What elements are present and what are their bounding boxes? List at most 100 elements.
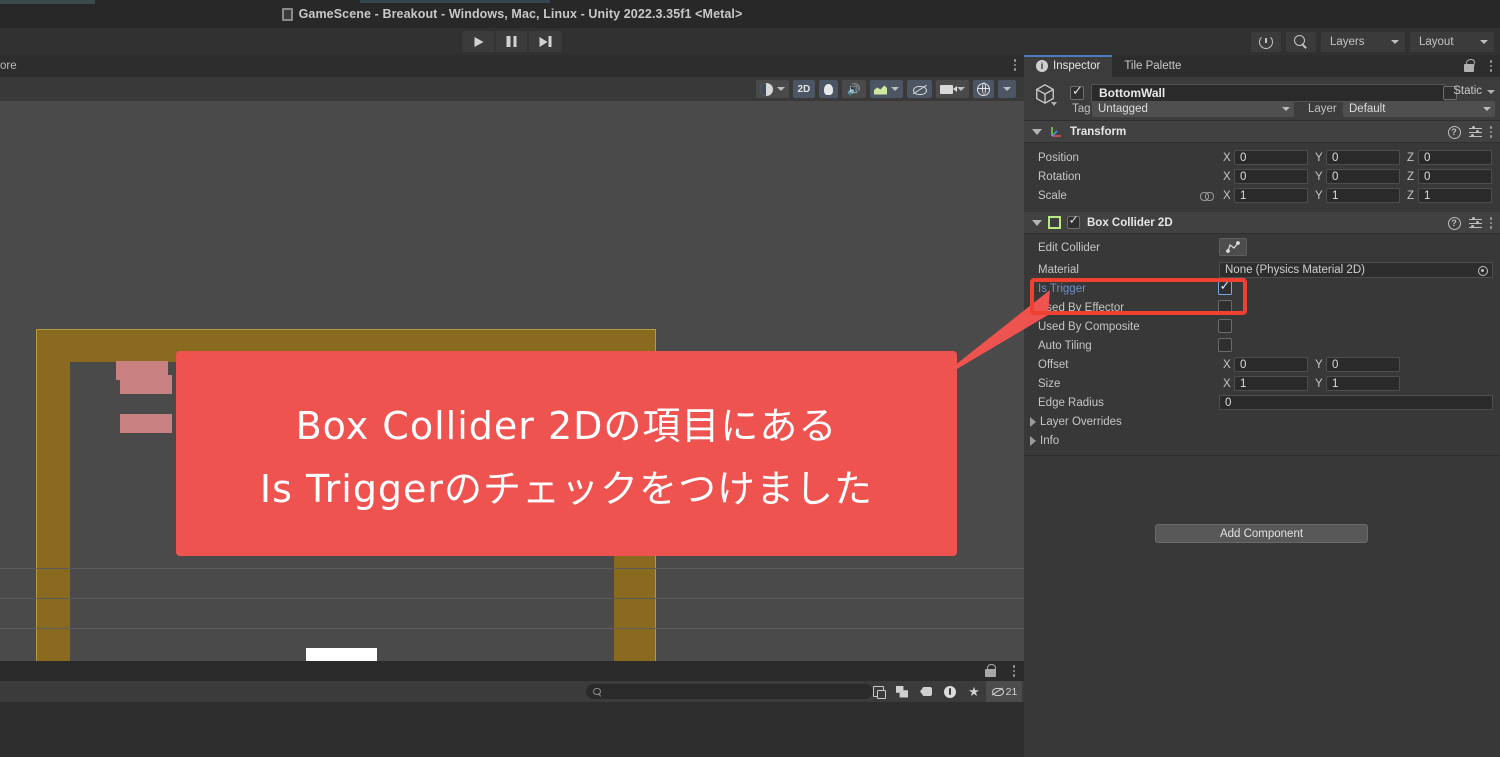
project-search-field[interactable] xyxy=(586,684,873,699)
edge-radius-field[interactable]: 0 xyxy=(1219,395,1493,410)
axis-x-label: X xyxy=(1223,189,1231,202)
layer-dropdown[interactable]: Default xyxy=(1343,101,1495,117)
position-y-field[interactable]: 0 xyxy=(1326,150,1400,165)
preset-icon[interactable] xyxy=(1468,216,1482,230)
component-menu-icon[interactable] xyxy=(1489,126,1492,138)
effects-dropdown-button[interactable] xyxy=(870,80,903,98)
scene-file-icon xyxy=(281,7,293,21)
tab-tile-palette[interactable]: Tile Palette xyxy=(1112,55,1193,77)
position-x-field[interactable]: 0 xyxy=(1234,150,1308,165)
tag-label: Tag xyxy=(1072,103,1091,115)
help-icon[interactable]: ? xyxy=(1447,216,1461,230)
size-x-field[interactable]: 1 xyxy=(1234,376,1308,391)
component-header-transform[interactable]: Transform ? xyxy=(1024,121,1500,143)
edit-collider-label: Edit Collider xyxy=(1038,242,1100,254)
shading-mode-button[interactable] xyxy=(755,80,789,98)
gizmos-dropdown-button[interactable] xyxy=(998,80,1016,98)
axis-x-label: X xyxy=(1223,358,1231,371)
tab-inspector[interactable]: i Inspector xyxy=(1024,55,1113,77)
edit-collider-button[interactable] xyxy=(1219,238,1247,256)
project-panel-tab-row xyxy=(0,661,1024,681)
effects-icon xyxy=(874,85,887,95)
warning-button[interactable] xyxy=(938,681,962,702)
gizmos-button[interactable] xyxy=(973,80,994,98)
audio-icon: 🔊 xyxy=(847,83,861,96)
tag-value: Untagged xyxy=(1098,103,1148,115)
scale-y-field[interactable]: 1 xyxy=(1326,188,1400,203)
foldout-icon[interactable] xyxy=(1030,417,1036,427)
project-panel-menu-icon[interactable] xyxy=(1012,665,1015,677)
stack-button[interactable] xyxy=(866,681,890,702)
object-picker-icon[interactable] xyxy=(1478,265,1488,276)
constrain-proportions-icon[interactable] xyxy=(1200,191,1214,201)
scene-camera-button[interactable] xyxy=(936,80,969,98)
tag-layer-row: Tag Untagged Layer Default xyxy=(1024,100,1500,118)
info-row[interactable]: Info xyxy=(1024,431,1500,450)
project-panel-body[interactable] xyxy=(0,702,1024,757)
preset-icon[interactable] xyxy=(1468,125,1482,139)
scene-tab[interactable]: ore xyxy=(0,55,17,77)
undo-history-button[interactable] xyxy=(1251,31,1281,52)
tag-dropdown[interactable]: Untagged xyxy=(1092,101,1294,117)
rotation-y-field[interactable]: 0 xyxy=(1326,169,1400,184)
size-y-field[interactable]: 1 xyxy=(1326,376,1400,391)
component-header-actions: ? xyxy=(1447,121,1492,143)
search-icon xyxy=(1294,34,1308,49)
foldout-icon[interactable] xyxy=(1032,128,1042,135)
component-menu-icon[interactable] xyxy=(1489,217,1492,229)
offset-y-field[interactable]: 0 xyxy=(1326,357,1400,372)
position-z-field[interactable]: 0 xyxy=(1418,150,1492,165)
toggle-2d-button[interactable]: 2D xyxy=(792,80,816,98)
scene-divider xyxy=(0,628,1024,629)
scale-z-field[interactable]: 1 xyxy=(1418,188,1492,203)
layers-dropdown[interactable]: Layers xyxy=(1321,31,1405,52)
static-dropdown-icon[interactable] xyxy=(1487,90,1495,94)
help-icon[interactable]: ? xyxy=(1447,125,1461,139)
scene-panel-menu-icon[interactable] xyxy=(1013,59,1016,71)
inspector-divider xyxy=(1024,455,1500,456)
box-collider-2d-icon xyxy=(1048,216,1061,229)
component-header-box-collider-2d[interactable]: Box Collider 2D ? xyxy=(1024,212,1500,234)
search-icon xyxy=(593,687,601,696)
toggle-lighting-button[interactable] xyxy=(819,80,839,98)
layout-dropdown[interactable]: Layout xyxy=(1410,31,1494,52)
offset-x-field[interactable]: 0 xyxy=(1234,357,1308,372)
transform-rotation-row: Rotation X 0 Y 0 Z 0 xyxy=(1024,167,1500,186)
axis-x-label: X xyxy=(1223,151,1231,164)
inspector-menu-icon[interactable] xyxy=(1489,60,1492,72)
axis-y-label: Y xyxy=(1315,151,1323,164)
toggle-audio-button[interactable]: 🔊 xyxy=(842,80,866,98)
global-search-button[interactable] xyxy=(1286,31,1316,52)
pause-button[interactable] xyxy=(495,31,529,52)
favorite-button[interactable]: ★ xyxy=(962,681,986,702)
edit-collider-row: Edit Collider xyxy=(1024,236,1500,260)
rotation-z-field[interactable]: 0 xyxy=(1418,169,1492,184)
gameobject-enabled-checkbox[interactable] xyxy=(1070,84,1084,100)
annotation-line-2: Is Triggerのチェックをつけました xyxy=(259,466,874,511)
used-by-composite-checkbox[interactable] xyxy=(1218,319,1232,333)
transform-position-row: Position X 0 Y 0 Z 0 xyxy=(1024,148,1500,167)
layer-overrides-row[interactable]: Layer Overrides xyxy=(1024,412,1500,431)
scene-visibility-button[interactable] xyxy=(907,80,932,98)
foldout-icon[interactable] xyxy=(1032,219,1042,226)
static-label: Static xyxy=(1453,85,1482,97)
window-title: GameScene - Breakout - Windows, Mac, Lin… xyxy=(0,0,1024,28)
hidden-objects-button[interactable]: 21 xyxy=(986,681,1022,702)
tag-button[interactable] xyxy=(914,681,938,702)
auto-tiling-checkbox[interactable] xyxy=(1218,338,1232,352)
lock-icon[interactable] xyxy=(985,664,996,677)
layer-overrides-label: Layer Overrides xyxy=(1040,415,1122,428)
box-collider-enabled-checkbox[interactable] xyxy=(1067,214,1080,229)
material-object-field[interactable]: None (Physics Material 2D) xyxy=(1219,261,1493,278)
add-component-button[interactable]: Add Component xyxy=(1155,524,1368,543)
lock-icon[interactable] xyxy=(1463,59,1474,72)
foldout-icon[interactable] xyxy=(1030,436,1036,446)
scale-x-field[interactable]: 1 xyxy=(1234,188,1308,203)
play-button[interactable] xyxy=(462,31,496,52)
step-button[interactable] xyxy=(528,31,562,52)
paddle-object xyxy=(306,648,377,661)
layers-label: Layers xyxy=(1330,35,1365,48)
drag-drop-button[interactable] xyxy=(890,681,914,702)
rotation-x-field[interactable]: 0 xyxy=(1234,169,1308,184)
